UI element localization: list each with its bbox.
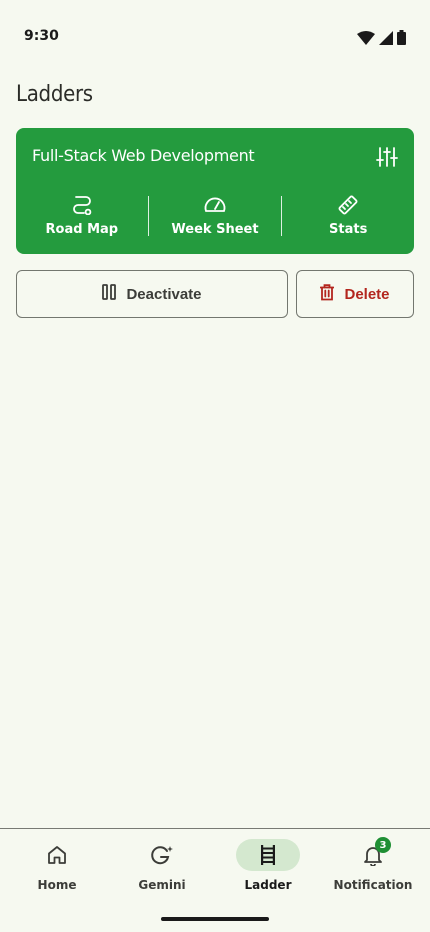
nav-label-gemini: Gemini xyxy=(138,878,186,892)
ladder-card-actions: Road Map Week Sheet Stats xyxy=(16,194,414,238)
pause-icon xyxy=(102,284,117,304)
nav-label-home: Home xyxy=(37,878,77,892)
cellular-signal-icon xyxy=(379,30,393,49)
nav-item-home[interactable]: Home xyxy=(7,839,107,899)
status-time: 9:30 xyxy=(24,28,59,44)
page-title: Ladders xyxy=(16,82,93,107)
ladder-icon xyxy=(261,845,275,865)
week-sheet-label: Week Sheet xyxy=(171,222,259,237)
stats-button[interactable]: Stats xyxy=(282,194,414,238)
nav-item-notification[interactable]: 3 Notification xyxy=(323,837,423,899)
nav-pill xyxy=(130,839,194,871)
speedometer-icon xyxy=(203,194,227,216)
route-icon xyxy=(71,194,93,216)
ladder-name: Full-Stack Web Development xyxy=(32,146,255,165)
deactivate-button[interactable]: Deactivate xyxy=(16,270,288,318)
road-map-label: Road Map xyxy=(45,222,119,237)
trash-icon xyxy=(320,283,335,305)
gemini-icon xyxy=(151,846,173,865)
nav-label-ladder: Ladder xyxy=(244,878,292,892)
deactivate-label: Deactivate xyxy=(126,285,202,303)
nav-pill: 3 xyxy=(341,837,405,871)
notification-badge: 3 xyxy=(375,837,391,853)
nav-pill xyxy=(25,839,89,871)
delete-button[interactable]: Delete xyxy=(296,270,414,318)
ruler-icon xyxy=(337,194,359,216)
status-bar: 9:30 xyxy=(0,0,430,72)
nav-item-ladder[interactable]: Ladder xyxy=(218,839,318,899)
nav-pill-active xyxy=(236,839,300,871)
ladder-settings-button[interactable] xyxy=(376,146,398,168)
nav-item-gemini[interactable]: Gemini xyxy=(112,839,212,899)
wifi-icon xyxy=(357,30,375,49)
home-indicator[interactable] xyxy=(161,917,269,921)
stats-label: Stats xyxy=(329,222,368,237)
screen: 9:30 Ladders Full-Stack Web Development xyxy=(0,0,430,932)
status-icons xyxy=(357,30,406,49)
road-map-button[interactable]: Road Map xyxy=(16,194,148,238)
sliders-icon xyxy=(376,147,398,167)
battery-icon xyxy=(397,30,406,49)
nav-label-notification: Notification xyxy=(333,878,413,892)
delete-label: Delete xyxy=(344,285,390,303)
week-sheet-button[interactable]: Week Sheet xyxy=(149,194,281,238)
home-icon xyxy=(48,846,66,864)
ladder-card[interactable]: Full-Stack Web Development Road Map Week… xyxy=(16,128,414,254)
